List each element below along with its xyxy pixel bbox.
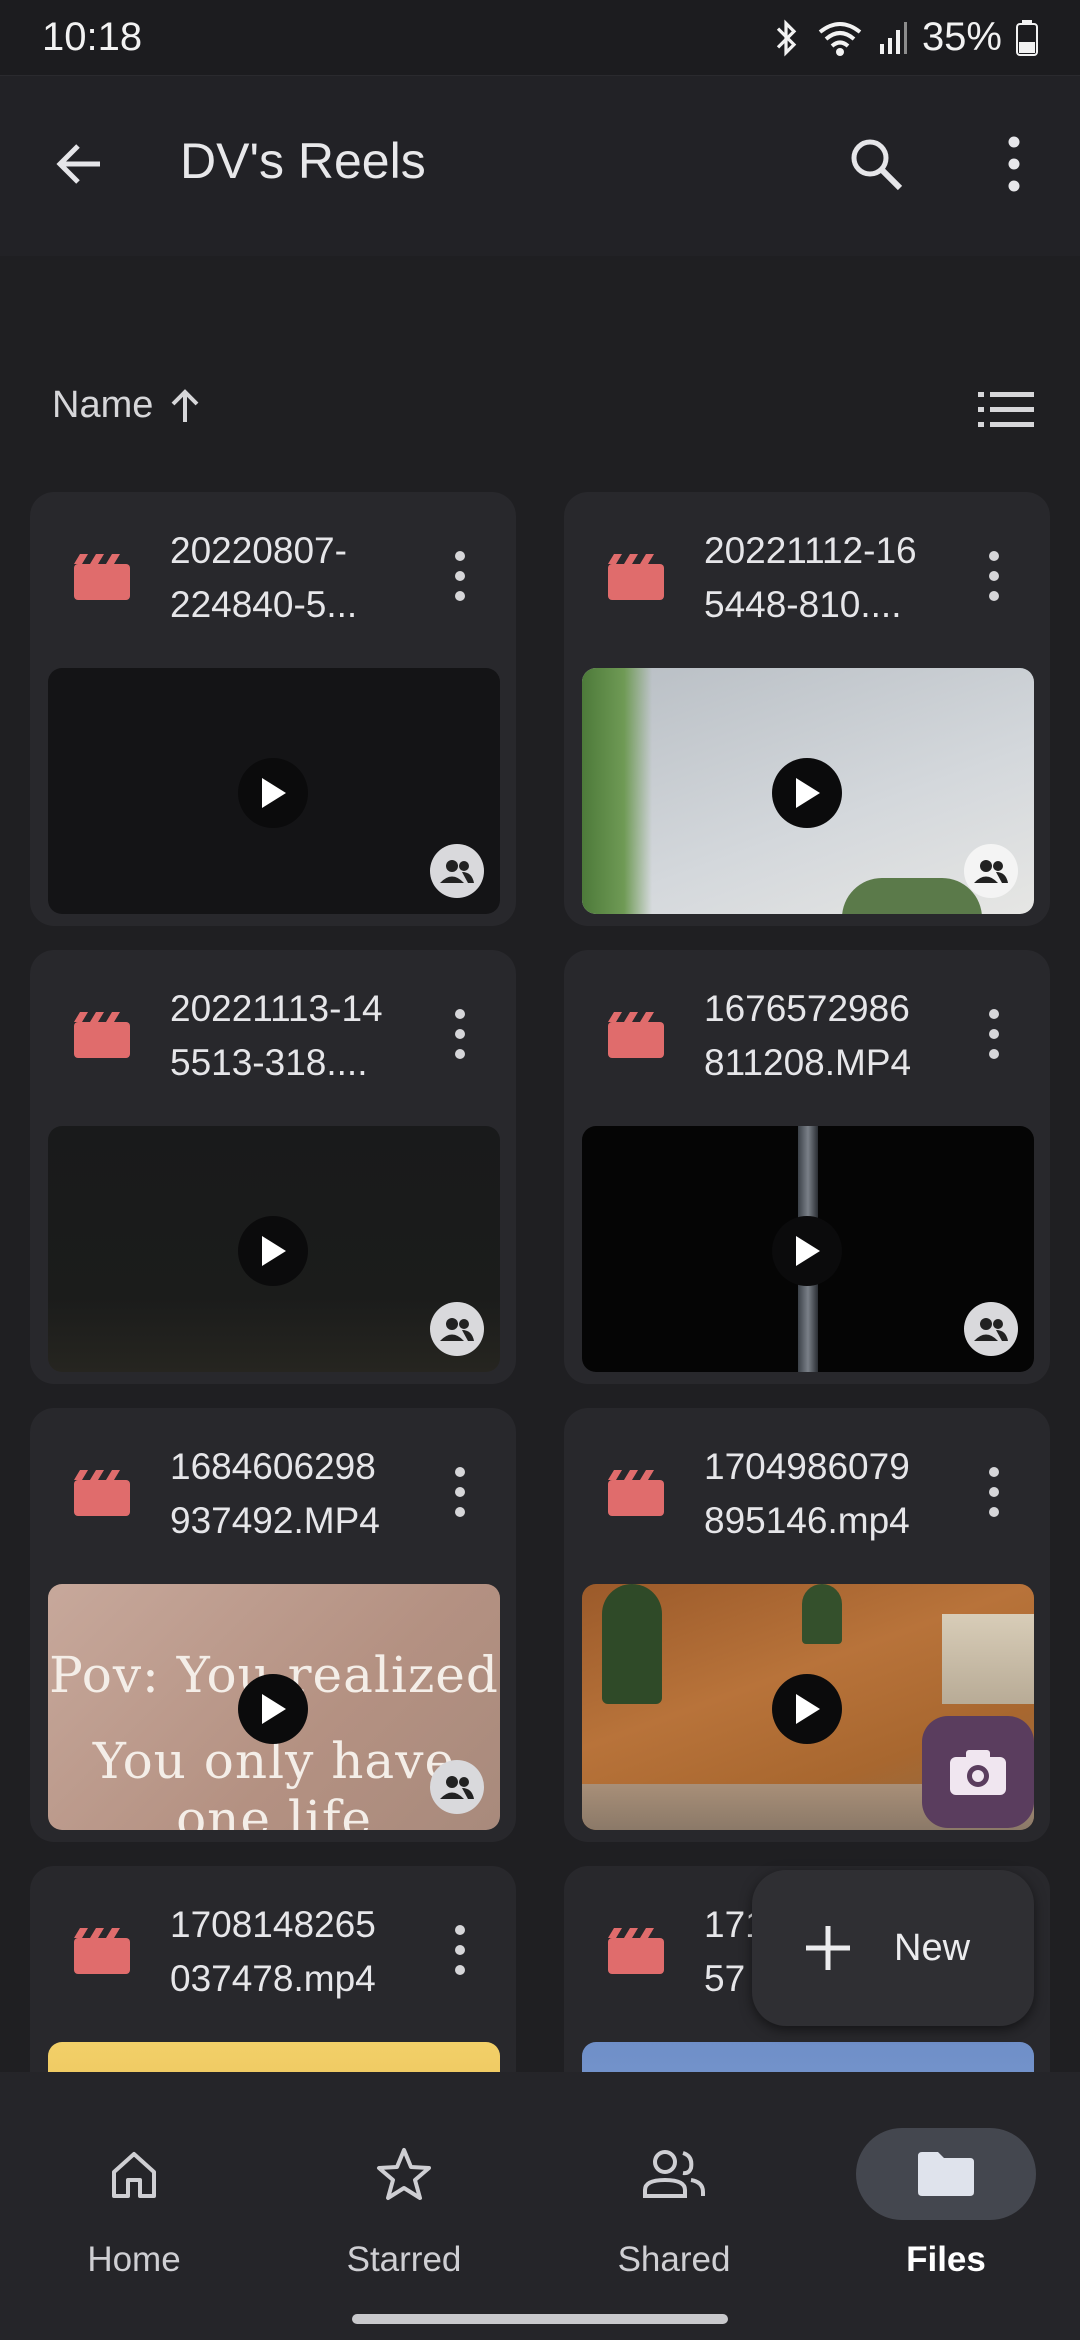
- signal-icon: [878, 18, 908, 58]
- file-grid: 20220807- 224840-5... 20221112-16 5448-8…: [30, 492, 1050, 2072]
- file-name: 20221113-14 5513-318....: [170, 988, 383, 1083]
- play-icon: [238, 1674, 308, 1744]
- battery-percentage: 35%: [921, 15, 1002, 59]
- status-time: 10:18: [42, 15, 143, 59]
- more-vert-icon[interactable]: [440, 546, 480, 606]
- sort-row: Name: [0, 370, 1080, 450]
- list-view-toggle[interactable]: [976, 386, 1036, 434]
- shared-people-icon: [964, 1302, 1018, 1356]
- home-icon: [112, 2152, 156, 2198]
- star-icon: [377, 2148, 431, 2200]
- nav-shared-label: Shared: [617, 2240, 731, 2279]
- search-icon: [851, 139, 903, 191]
- gesture-home-indicator[interactable]: [352, 2314, 728, 2324]
- nav-home-icon-wrap: [44, 2128, 224, 2220]
- play-icon: [238, 758, 308, 828]
- sort-label: Name: [52, 384, 154, 426]
- nav-files-label: Files: [906, 2240, 986, 2279]
- sort-button[interactable]: Name: [52, 384, 203, 427]
- bottom-navigation: Home Starred Shared Files: [0, 2072, 1080, 2340]
- video-file-icon: [74, 1470, 130, 1516]
- video-thumbnail[interactable]: [582, 1126, 1034, 1372]
- video-thumbnail[interactable]: [582, 668, 1034, 914]
- play-icon: [238, 1216, 308, 1286]
- search-button[interactable]: [844, 132, 908, 196]
- nav-shared[interactable]: Shared: [564, 2128, 784, 2280]
- plus-icon: [806, 1926, 850, 1970]
- pine-tree: [602, 1584, 662, 1704]
- more-vert-icon[interactable]: [440, 1004, 480, 1064]
- status-icons: 35%: [770, 15, 1038, 60]
- video-thumbnail[interactable]: [48, 2042, 500, 2072]
- nav-starred-label: Starred: [346, 2240, 462, 2279]
- back-button[interactable]: [48, 132, 112, 196]
- more-vert-icon[interactable]: [974, 1004, 1014, 1064]
- wifi-icon: [816, 18, 864, 58]
- tree-foliage: [582, 668, 652, 914]
- file-name: 20221112-16 5448-810....: [704, 530, 917, 625]
- more-options-button[interactable]: [982, 132, 1046, 196]
- nav-files[interactable]: Files: [836, 2128, 1056, 2280]
- status-bar: 10:18 35%: [0, 0, 1080, 76]
- video-thumbnail[interactable]: [48, 1126, 500, 1372]
- shared-people-icon: [964, 844, 1018, 898]
- nav-home[interactable]: Home: [24, 2128, 244, 2280]
- folder-icon: [918, 2152, 974, 2196]
- video-file-icon: [74, 554, 130, 600]
- more-vert-icon[interactable]: [974, 1462, 1014, 1522]
- battery-icon: [1016, 19, 1038, 56]
- bluetooth-icon: [770, 18, 802, 58]
- nav-files-icon-wrap: [856, 2128, 1036, 2220]
- nav-starred-icon-wrap: [314, 2128, 494, 2220]
- new-button[interactable]: New: [752, 1870, 1034, 2026]
- shared-people-icon: [430, 1760, 484, 1814]
- nav-starred[interactable]: Starred: [294, 2128, 514, 2280]
- top-app-bar: DV's Reels: [0, 76, 1080, 256]
- more-vert-icon[interactable]: [440, 1920, 480, 1980]
- play-icon: [772, 758, 842, 828]
- file-name: 1676572986 811208.MP4: [704, 988, 912, 1083]
- shared-people-icon: [430, 1302, 484, 1356]
- arrow-back-icon: [56, 144, 100, 184]
- camera-scan-button[interactable]: [922, 1716, 1034, 1828]
- shared-people-icon: [430, 844, 484, 898]
- file-name: 1708148265 037478.mp4: [170, 1904, 376, 1999]
- more-vert-icon[interactable]: [440, 1462, 480, 1522]
- video-file-icon: [74, 1928, 130, 1974]
- list-view-icon: [978, 392, 1034, 427]
- video-thumbnail[interactable]: [582, 2042, 1034, 2072]
- hill-building: [942, 1614, 1034, 1704]
- nav-shared-icon-wrap: [584, 2128, 764, 2220]
- arrow-up-icon: [171, 388, 199, 422]
- file-name: 20220807- 224840-5...: [170, 530, 358, 625]
- file-card[interactable]: 1676572986 811208.MP4: [564, 950, 1050, 1384]
- file-card[interactable]: 1684606298 937492.MP4 Pov: You realized …: [30, 1408, 516, 1842]
- more-vert-icon[interactable]: [974, 546, 1014, 606]
- video-thumbnail[interactable]: Pov: You realized You only have one life: [48, 1584, 500, 1830]
- play-icon: [772, 1216, 842, 1286]
- video-file-icon: [608, 1470, 664, 1516]
- people-icon: [643, 2150, 705, 2198]
- file-card[interactable]: 20220807- 224840-5...: [30, 492, 516, 926]
- file-card[interactable]: 20221112-16 5448-810....: [564, 492, 1050, 926]
- file-card[interactable]: 20221113-14 5513-318....: [30, 950, 516, 1384]
- video-thumbnail[interactable]: [48, 668, 500, 914]
- video-file-icon: [74, 1012, 130, 1058]
- file-name: 1684606298 937492.MP4: [170, 1446, 380, 1541]
- pine-tree: [802, 1584, 842, 1644]
- file-card[interactable]: 1708148265 037478.mp4: [30, 1866, 516, 2072]
- more-vert-icon: [1008, 136, 1020, 192]
- new-button-label: New: [894, 1926, 971, 1969]
- distant-trees: [842, 878, 982, 914]
- file-name: 1704986079 895146.mp4: [704, 1446, 910, 1541]
- play-icon: [772, 1674, 842, 1744]
- video-file-icon: [608, 554, 664, 600]
- page-title: DV's Reels: [180, 133, 426, 189]
- camera-icon: [950, 1750, 1006, 1795]
- nav-home-label: Home: [87, 2240, 181, 2279]
- video-file-icon: [608, 1012, 664, 1058]
- video-file-icon: [608, 1928, 664, 1974]
